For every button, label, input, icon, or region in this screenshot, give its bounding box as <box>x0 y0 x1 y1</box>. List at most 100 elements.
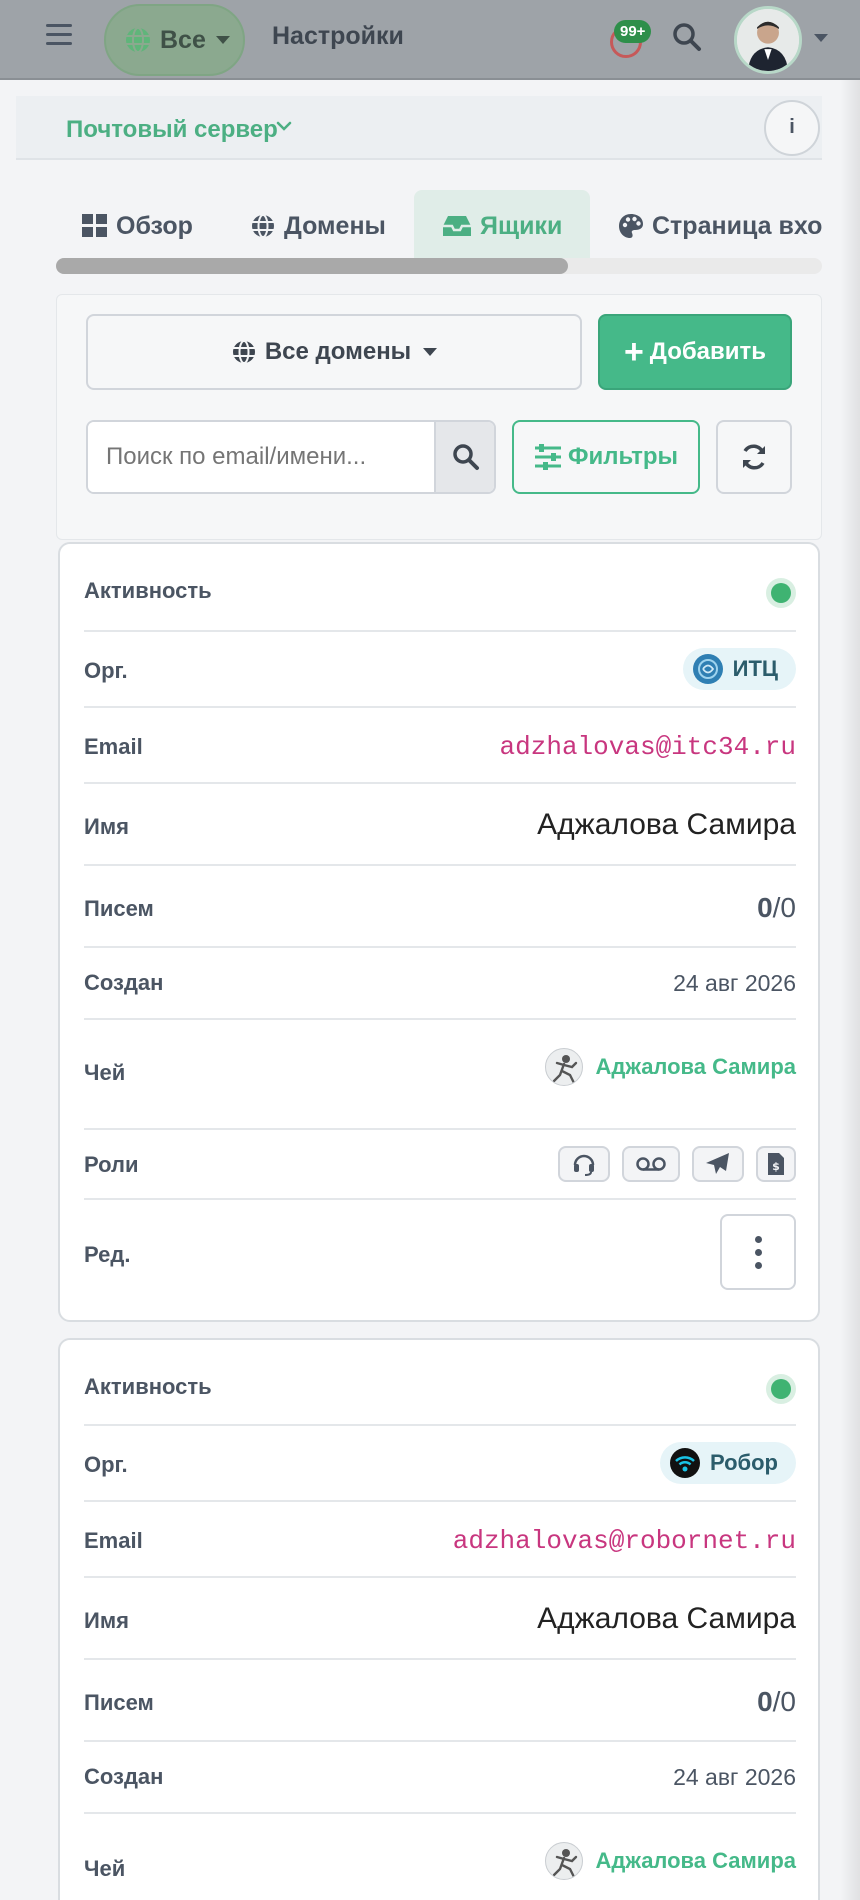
section-header: Почтовый сервер <box>16 96 822 160</box>
row-active: Активность <box>84 1340 796 1426</box>
label-name: Имя <box>84 1608 129 1633</box>
name-value: Аджалова Самира <box>537 808 796 841</box>
grid-icon <box>82 214 107 237</box>
add-button[interactable]: + Добавить <box>598 314 792 390</box>
label-edit: Ред. <box>84 1242 131 1267</box>
owner-name: Аджалова Самира <box>595 1848 796 1873</box>
inbox-icon <box>443 216 471 236</box>
top-bar: Все Настройки 99+ <box>0 0 860 80</box>
row-org: Орг. ИТЦ <box>84 632 796 708</box>
search-group <box>86 420 496 494</box>
row-owner: Чей Аджалова Самира <box>84 1020 796 1130</box>
row-org: Орг. Робор <box>84 1426 796 1502</box>
owner-link[interactable]: Аджалова Самира <box>545 1048 796 1086</box>
row-email: Email adzhalovas@robornet.ru <box>84 1502 796 1578</box>
headset-icon[interactable] <box>558 1146 610 1182</box>
notifications-badge: 99+ <box>614 20 652 43</box>
mailbox-card: Активность Орг. ИТЦ Email adzhalovas@itc… <box>58 542 820 1322</box>
scope-label: Все <box>160 25 206 54</box>
tabs-scrollbar-thumb[interactable] <box>56 258 568 274</box>
invoice-icon[interactable]: $ <box>756 1146 796 1182</box>
domains-select-label: Все домены <box>264 338 412 365</box>
row-letters: Писем 0/0 <box>84 1660 796 1742</box>
page-title: Настройки <box>272 22 404 50</box>
refresh-button[interactable] <box>716 420 792 494</box>
label-name: Имя <box>84 814 129 839</box>
letters-used: 0 <box>757 892 773 923</box>
letters-count: 0/0 <box>757 892 796 924</box>
paper-plane-icon[interactable] <box>692 1146 744 1182</box>
roles-list: $ <box>546 1146 796 1182</box>
scope-selector[interactable]: Все <box>104 4 245 76</box>
letters-used: 0 <box>757 1686 773 1717</box>
row-active: Активность <box>84 544 796 632</box>
search-icon[interactable] <box>672 22 702 52</box>
hamburger-icon[interactable] <box>46 24 72 50</box>
label-active: Активность <box>84 578 212 603</box>
caret-down-icon <box>423 348 438 356</box>
row-email: Email adzhalovas@itc34.ru <box>84 708 796 784</box>
row-owner: Чей Аджалова Самира <box>84 1814 796 1900</box>
created-date: 24 авг 2026 <box>673 1764 796 1790</box>
globe-icon <box>232 340 255 364</box>
sliders-icon <box>534 444 561 470</box>
tab-login-page[interactable]: Страница входа <box>618 190 822 262</box>
label-active: Активность <box>84 1374 212 1399</box>
label-email: Email <box>84 1528 143 1553</box>
owner-link[interactable]: Аджалова Самира <box>545 1842 796 1880</box>
notifications-button[interactable]: 99+ <box>608 18 656 58</box>
active-status-dot <box>766 1374 796 1404</box>
owner-avatar <box>545 1048 584 1086</box>
row-letters: Писем 0/0 <box>84 866 796 948</box>
refresh-icon <box>743 444 765 470</box>
svg-text:$: $ <box>772 1160 780 1173</box>
section-title[interactable]: Почтовый сервер <box>66 116 278 144</box>
org-name: Робор <box>709 1450 778 1475</box>
owner-avatar <box>545 1842 584 1880</box>
email-value[interactable]: adzhalovas@itc34.ru <box>500 732 796 762</box>
row-created: Создан 24 авг 2026 <box>84 1742 796 1814</box>
voicemail-icon[interactable] <box>622 1146 680 1182</box>
globe-icon <box>126 27 150 53</box>
filters-button[interactable]: Фильтры <box>512 420 700 494</box>
domains-select[interactable]: Все домены <box>86 314 582 390</box>
email-value[interactable]: adzhalovas@robornet.ru <box>453 1526 796 1556</box>
more-actions-button[interactable] <box>720 1214 796 1290</box>
row-edit: Ред. <box>84 1200 796 1320</box>
search-icon <box>453 444 479 470</box>
info-button[interactable]: i <box>764 100 820 156</box>
tab-mailboxes[interactable]: Ящики <box>414 190 591 262</box>
row-roles: Роли $ <box>84 1130 796 1200</box>
mailbox-card: Активность Орг. Робор Email adzhalovas@r… <box>58 1338 820 1900</box>
tab-label: Страница входа <box>652 211 822 240</box>
tab-domains[interactable]: Домены <box>250 190 386 262</box>
row-name: Имя Аджалова Самира <box>84 1578 796 1660</box>
org-name: ИТЦ <box>732 656 778 681</box>
letters-total: /0 <box>772 1686 796 1717</box>
palette-icon <box>619 214 643 238</box>
created-date: 24 авг 2026 <box>673 970 796 996</box>
label-roles: Роли <box>84 1152 139 1177</box>
row-name: Имя Аджалова Самира <box>84 784 796 866</box>
search-input[interactable] <box>88 422 434 492</box>
tab-overview[interactable]: Обзор <box>82 190 193 262</box>
name-value: Аджалова Самира <box>537 1602 796 1635</box>
tab-label: Ящики <box>480 211 563 240</box>
org-badge[interactable]: Робор <box>659 1442 796 1484</box>
label-org: Орг. <box>84 658 128 683</box>
scroll-shadow <box>840 80 860 1900</box>
label-created: Создан <box>84 1764 164 1789</box>
org-badge[interactable]: ИТЦ <box>682 648 796 690</box>
avatar-caret-icon[interactable] <box>814 34 828 42</box>
tab-bar: Обзор Домены Ящики Страница входа <box>56 190 822 262</box>
avatar[interactable] <box>734 6 802 74</box>
search-button[interactable] <box>434 422 494 492</box>
add-button-label: Добавить <box>649 338 767 365</box>
owner-name: Аджалова Самира <box>595 1054 796 1079</box>
org-logo-icon <box>692 654 723 684</box>
label-letters: Писем <box>84 1690 154 1715</box>
tab-label: Обзор <box>116 211 193 240</box>
chevron-down-icon[interactable] <box>276 120 292 132</box>
caret-down-icon <box>215 36 230 44</box>
letters-count: 0/0 <box>757 1686 796 1718</box>
